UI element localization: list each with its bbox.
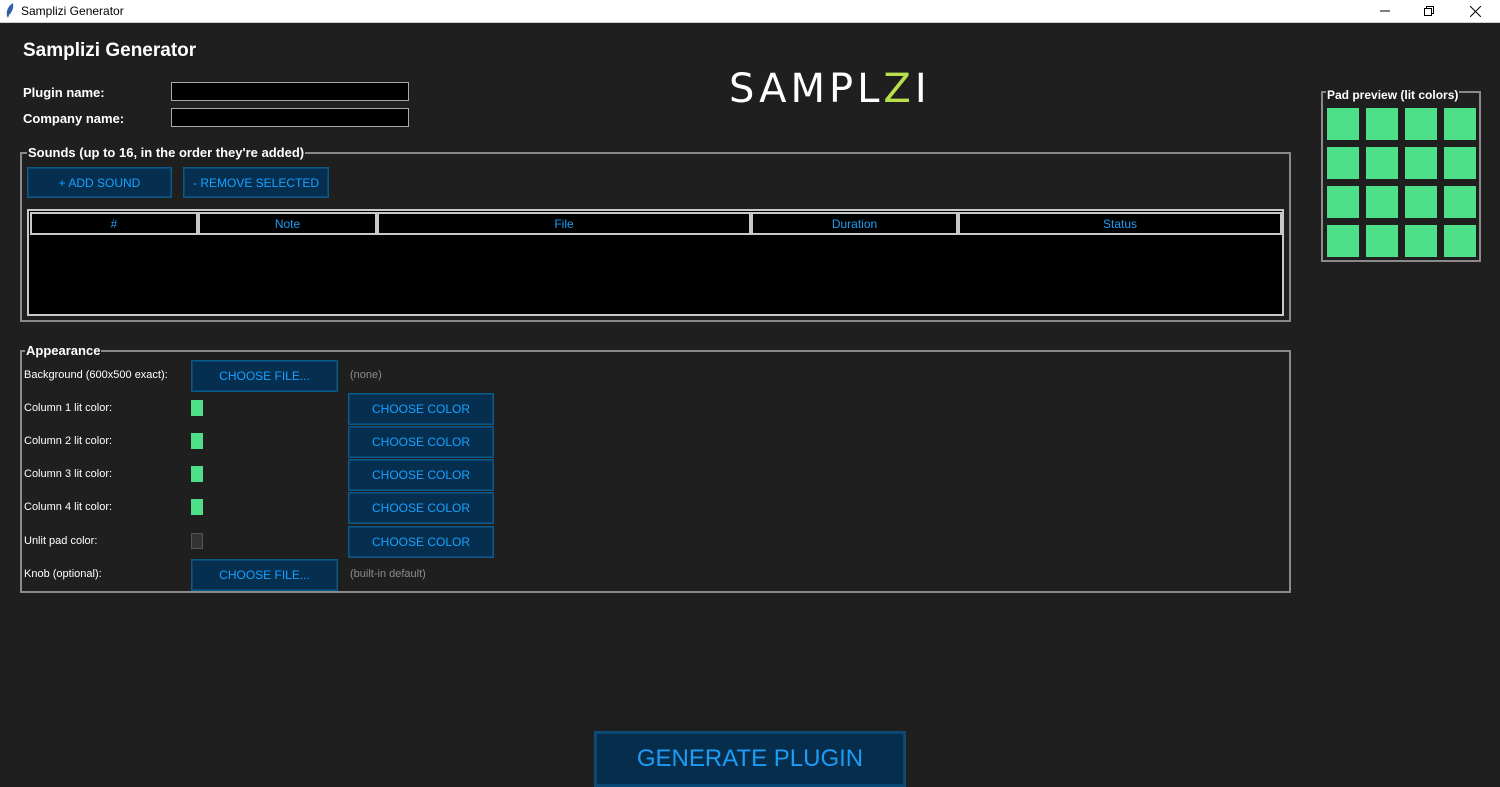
sounds-frame-legend: Sounds (up to 16, in the order they're a… bbox=[27, 145, 306, 160]
column-header-note[interactable]: Note bbox=[198, 212, 377, 235]
column-2-color-swatch bbox=[191, 433, 203, 449]
page-title: Samplizi Generator bbox=[23, 40, 197, 61]
background-file-value: (none) bbox=[350, 369, 382, 381]
pad-preview-legend: Pad preview (lit colors) bbox=[1326, 88, 1460, 102]
pad-preview-cell bbox=[1366, 147, 1398, 179]
sounds-table[interactable]: # Note File Duration Status bbox=[27, 209, 1284, 316]
window-titlebar: Samplizi Generator bbox=[0, 0, 1500, 23]
minimize-icon bbox=[1380, 10, 1390, 12]
column-4-choose-color-button[interactable]: CHOOSE COLOR bbox=[348, 492, 494, 524]
column-3-color-swatch bbox=[191, 466, 203, 482]
knob-label: Knob (optional): bbox=[24, 568, 102, 580]
column-header-file[interactable]: File bbox=[377, 212, 751, 235]
background-label: Background (600x500 exact): bbox=[24, 369, 168, 381]
remove-selected-button[interactable]: - REMOVE SELECTED bbox=[183, 167, 329, 198]
pad-preview-cell bbox=[1366, 225, 1398, 257]
add-sound-button[interactable]: + ADD SOUND bbox=[27, 167, 172, 198]
pad-preview-cell bbox=[1327, 225, 1359, 257]
close-button[interactable] bbox=[1452, 0, 1498, 22]
logo-accent-letter: Z bbox=[883, 66, 915, 112]
pad-preview-cell bbox=[1444, 186, 1476, 218]
pad-preview-cell bbox=[1444, 108, 1476, 140]
generate-plugin-button[interactable]: GENERATE PLUGIN bbox=[594, 731, 906, 787]
feather-icon bbox=[6, 3, 14, 18]
column-header-number[interactable]: # bbox=[30, 212, 198, 235]
appearance-frame-legend: Appearance bbox=[25, 343, 102, 358]
pad-preview-frame bbox=[1321, 91, 1481, 262]
column-header-status[interactable]: Status bbox=[958, 212, 1282, 235]
knob-file-value: (built-in default) bbox=[350, 568, 426, 580]
pad-preview-cell bbox=[1366, 186, 1398, 218]
restore-button[interactable] bbox=[1406, 0, 1452, 22]
column-4-color-label: Column 4 lit color: bbox=[24, 501, 113, 513]
minimize-button[interactable] bbox=[1362, 0, 1408, 22]
column-1-color-label: Column 1 lit color: bbox=[24, 402, 113, 414]
close-icon bbox=[1469, 5, 1481, 17]
column-1-choose-color-button[interactable]: CHOOSE COLOR bbox=[348, 393, 494, 425]
column-header-duration[interactable]: Duration bbox=[751, 212, 958, 235]
unlit-pad-color-label: Unlit pad color: bbox=[24, 535, 98, 547]
column-1-color-swatch bbox=[191, 400, 203, 416]
unlit-pad-choose-color-button[interactable]: CHOOSE COLOR bbox=[348, 526, 494, 558]
column-3-color-label: Column 3 lit color: bbox=[24, 468, 113, 480]
samplizi-logo: SAMPLZI bbox=[729, 66, 931, 112]
logo-text-pre: SAMPL bbox=[729, 66, 884, 112]
pad-preview-cell bbox=[1444, 147, 1476, 179]
pad-preview-cell bbox=[1405, 108, 1437, 140]
logo-text-post: I bbox=[914, 66, 931, 112]
pad-preview-cell bbox=[1366, 108, 1398, 140]
column-2-choose-color-button[interactable]: CHOOSE COLOR bbox=[348, 426, 494, 458]
choose-knob-button[interactable]: CHOOSE FILE... bbox=[191, 559, 338, 591]
unlit-pad-color-swatch bbox=[191, 533, 203, 549]
pad-preview-cell bbox=[1405, 225, 1437, 257]
company-name-input[interactable] bbox=[171, 108, 409, 127]
pad-preview-cell bbox=[1405, 147, 1437, 179]
window-title: Samplizi Generator bbox=[21, 4, 124, 18]
pad-preview-cell bbox=[1327, 147, 1359, 179]
pad-preview-cell bbox=[1444, 225, 1476, 257]
column-4-color-swatch bbox=[191, 499, 203, 515]
pad-preview-cell bbox=[1327, 186, 1359, 218]
company-name-label: Company name: bbox=[23, 111, 125, 126]
restore-icon bbox=[1424, 6, 1434, 16]
plugin-name-label: Plugin name: bbox=[23, 85, 105, 100]
column-3-choose-color-button[interactable]: CHOOSE COLOR bbox=[348, 459, 494, 491]
column-2-color-label: Column 2 lit color: bbox=[24, 435, 113, 447]
choose-background-button[interactable]: CHOOSE FILE... bbox=[191, 360, 338, 392]
pad-preview-cell bbox=[1405, 186, 1437, 218]
pad-preview-cell bbox=[1327, 108, 1359, 140]
plugin-name-input[interactable] bbox=[171, 82, 409, 101]
